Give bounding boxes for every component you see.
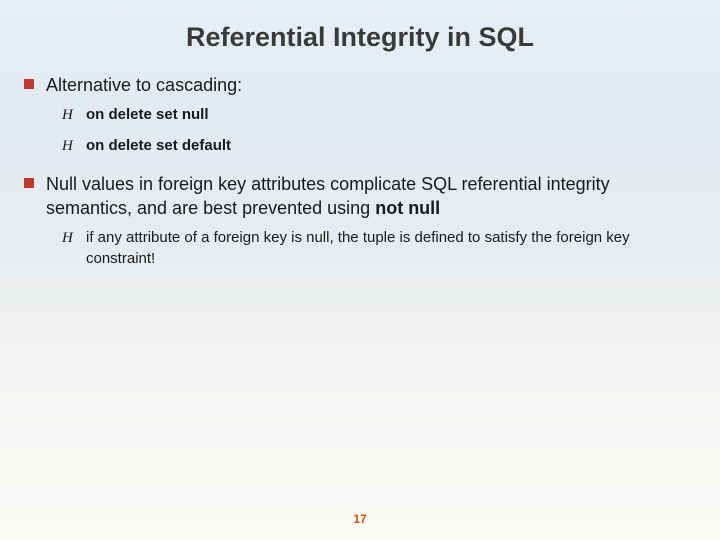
bullet-level2: H on delete set default [62,136,696,156]
bullet-level1: Alternative to cascading: [24,73,696,97]
slide: Referential Integrity in SQL Alternative… [0,0,720,540]
text-run: Null values in foreign key attributes co… [46,174,610,218]
bullet-level2: H if any attribute of a foreign key is n… [62,228,696,269]
script-bullet-icon: H [62,137,76,155]
bullet-text: on delete set default [86,136,231,156]
bullet-level1: Null values in foreign key attributes co… [24,172,696,221]
text-run-bold: not null [375,198,440,218]
script-bullet-icon: H [62,106,76,124]
slide-title: Referential Integrity in SQL [0,0,720,67]
bullet-text: Alternative to cascading: [46,73,242,97]
bullet-text: Null values in foreign key attributes co… [46,172,696,221]
slide-content: Alternative to cascading: H on delete se… [0,67,720,269]
square-bullet-icon [24,79,34,89]
bullet-text: if any attribute of a foreign key is nul… [86,228,696,269]
bullet-level2: H on delete set null [62,105,696,125]
bullet-text: on delete set null [86,105,209,125]
page-number: 17 [0,512,720,526]
square-bullet-icon [24,178,34,188]
script-bullet-icon: H [62,229,76,247]
